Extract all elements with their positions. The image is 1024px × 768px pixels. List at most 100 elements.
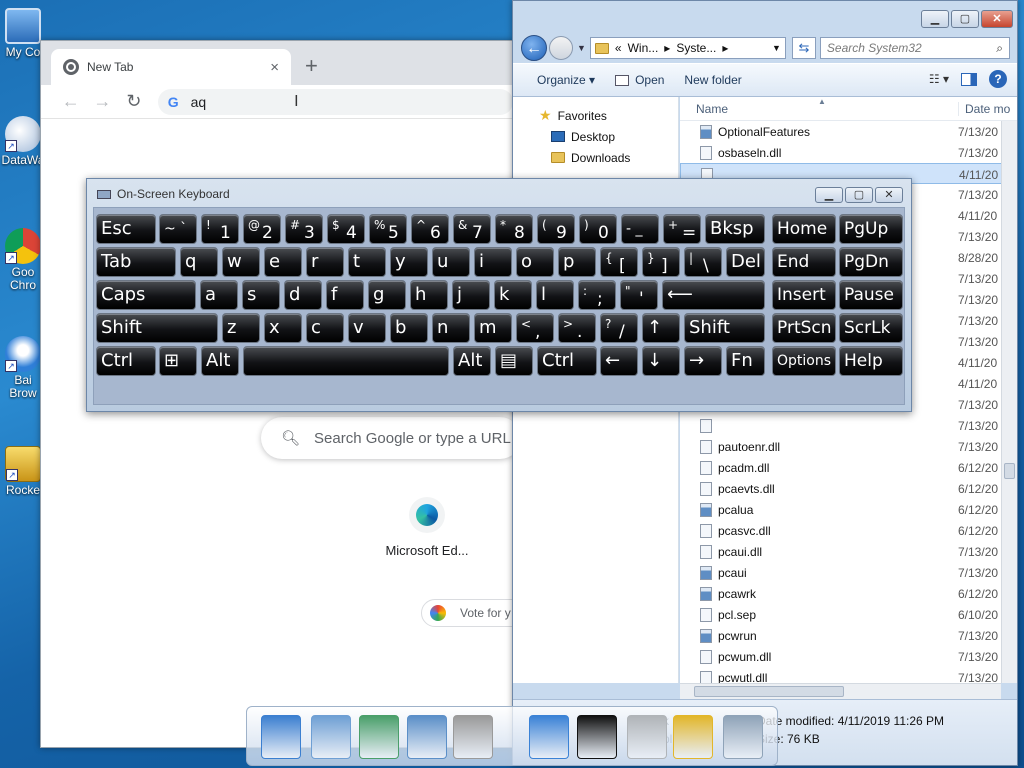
key-sym3-10[interactable]: ? /: [600, 313, 638, 343]
key-scrlk[interactable]: ScrLk: [839, 313, 903, 343]
key-home[interactable]: Home: [772, 214, 836, 244]
key-b[interactable]: b: [390, 313, 428, 343]
key-8[interactable]: * 8: [495, 214, 533, 244]
key-sym4-8[interactable]: ↓: [642, 346, 680, 376]
key-5[interactable]: % 5: [369, 214, 407, 244]
key-pgup[interactable]: PgUp: [839, 214, 903, 244]
file-row[interactable]: pcwutl.dll 7/13/20: [680, 667, 1017, 683]
key-y[interactable]: y: [390, 247, 428, 277]
nav-item-desktop[interactable]: Desktop: [513, 126, 678, 147]
close-icon[interactable]: ✕: [875, 187, 903, 203]
dock-app-icon[interactable]: [311, 715, 351, 759]
breadcrumb-separator[interactable]: ▸: [722, 41, 728, 55]
key-space[interactable]: [243, 346, 449, 376]
key-l[interactable]: l: [536, 280, 574, 310]
file-row[interactable]: pcalua 6/12/20: [680, 499, 1017, 520]
key-a[interactable]: a: [200, 280, 238, 310]
address-bar[interactable]: G aq I: [157, 88, 513, 115]
key-2[interactable]: @2: [243, 214, 281, 244]
key-7[interactable]: & 7: [453, 214, 491, 244]
key-sym1-12[interactable]: }]: [642, 247, 680, 277]
key-1[interactable]: ! 1: [201, 214, 239, 244]
key-sym2-11[interactable]: " ': [620, 280, 658, 310]
key-d[interactable]: d: [284, 280, 322, 310]
key-f[interactable]: f: [326, 280, 364, 310]
dock-app-icon[interactable]: [627, 715, 667, 759]
key-6[interactable]: ^ 6: [411, 214, 449, 244]
key-sym4-1[interactable]: ⊞: [159, 346, 197, 376]
key-bksp[interactable]: Bksp: [705, 214, 765, 244]
key-sym4-5[interactable]: ▤: [495, 346, 533, 376]
file-row[interactable]: pcwrun 7/13/20: [680, 625, 1017, 646]
file-row[interactable]: pcaevts.dll 6/12/20: [680, 478, 1017, 499]
nav-item-favorites[interactable]: ★ Favorites: [513, 105, 678, 126]
key-o[interactable]: o: [516, 247, 554, 277]
key-sym3-11[interactable]: ↑: [642, 313, 680, 343]
organize-button[interactable]: Organize ▾: [537, 73, 595, 87]
key-ctrl[interactable]: Ctrl: [96, 346, 156, 376]
key-fn[interactable]: Fn: [726, 346, 765, 376]
dock-app-icon[interactable]: [723, 715, 763, 759]
nav-item-downloads[interactable]: Downloads: [513, 147, 678, 168]
file-row[interactable]: pcwum.dll 7/13/20: [680, 646, 1017, 667]
close-icon[interactable]: ✕: [981, 10, 1013, 28]
key-g[interactable]: g: [368, 280, 406, 310]
key-sym1-13[interactable]: | \: [684, 247, 722, 277]
key-s[interactable]: s: [242, 280, 280, 310]
key-pause[interactable]: Pause: [839, 280, 903, 310]
key-del[interactable]: Del: [726, 247, 765, 277]
forward-arrow-icon[interactable]: [549, 36, 573, 60]
file-row[interactable]: pcl.sep 6/10/20: [680, 604, 1017, 625]
key-prtscn[interactable]: PrtScn: [772, 313, 836, 343]
key-q[interactable]: q: [180, 247, 218, 277]
key-shift[interactable]: Shift: [684, 313, 765, 343]
dock-app-icon[interactable]: [673, 715, 713, 759]
key-esc[interactable]: Esc: [96, 214, 156, 244]
key-4[interactable]: $4: [327, 214, 365, 244]
preview-pane-icon[interactable]: [961, 72, 977, 86]
key-x[interactable]: x: [264, 313, 302, 343]
minimize-icon[interactable]: ▁: [921, 10, 949, 28]
help-icon[interactable]: ?: [989, 70, 1007, 88]
horizontal-scrollbar[interactable]: [680, 683, 1001, 699]
key-c[interactable]: c: [306, 313, 344, 343]
new-folder-button[interactable]: New folder: [684, 73, 741, 87]
key-sym0-1[interactable]: ~ `: [159, 214, 197, 244]
key-j[interactable]: j: [452, 280, 490, 310]
open-button[interactable]: Open: [615, 73, 664, 87]
column-header-date[interactable]: Date mo: [958, 102, 1010, 116]
file-row[interactable]: pcaui 7/13/20: [680, 562, 1017, 583]
shortcut-microsoft-edge[interactable]: Microsoft Ed...: [377, 497, 477, 558]
back-arrow-icon[interactable]: ←: [55, 91, 87, 112]
key-k[interactable]: k: [494, 280, 532, 310]
key-n[interactable]: n: [432, 313, 470, 343]
key-tab[interactable]: Tab: [96, 247, 176, 277]
key-alt[interactable]: Alt: [201, 346, 239, 376]
key-9[interactable]: (9: [537, 214, 575, 244]
recent-pages-chevron-icon[interactable]: ▼: [577, 43, 586, 53]
breadcrumb-system32[interactable]: Syste...: [676, 41, 716, 55]
key-sym0-12[interactable]: - _: [621, 214, 659, 244]
file-row[interactable]: pcasvc.dll 6/12/20: [680, 520, 1017, 541]
file-row[interactable]: pcawrk 6/12/20: [680, 583, 1017, 604]
key-help[interactable]: Help: [839, 346, 903, 376]
key-sym3-8[interactable]: <,: [516, 313, 554, 343]
chrome-tab-new-tab[interactable]: New Tab ×: [51, 49, 291, 85]
key-t[interactable]: t: [348, 247, 386, 277]
key-z[interactable]: z: [222, 313, 260, 343]
key-e[interactable]: e: [264, 247, 302, 277]
file-row[interactable]: OptionalFeatures 7/13/20: [680, 121, 1017, 142]
key-sym2-10[interactable]: :;: [578, 280, 616, 310]
tab-close-icon[interactable]: ×: [270, 59, 279, 76]
forward-arrow-icon[interactable]: →: [87, 91, 119, 112]
key-h[interactable]: h: [410, 280, 448, 310]
file-row[interactable]: pcaui.dll 7/13/20: [680, 541, 1017, 562]
search-input[interactable]: Search System32 ⌕: [819, 37, 1010, 59]
file-row[interactable]: pcadm.dll 6/12/20: [680, 457, 1017, 478]
key-shift[interactable]: Shift: [96, 313, 218, 343]
key-i[interactable]: i: [474, 247, 512, 277]
vertical-scrollbar[interactable]: [1001, 121, 1017, 683]
back-arrow-icon[interactable]: ←: [521, 35, 547, 61]
column-header-name[interactable]: Name: [696, 102, 728, 116]
key-3[interactable]: #3: [285, 214, 323, 244]
